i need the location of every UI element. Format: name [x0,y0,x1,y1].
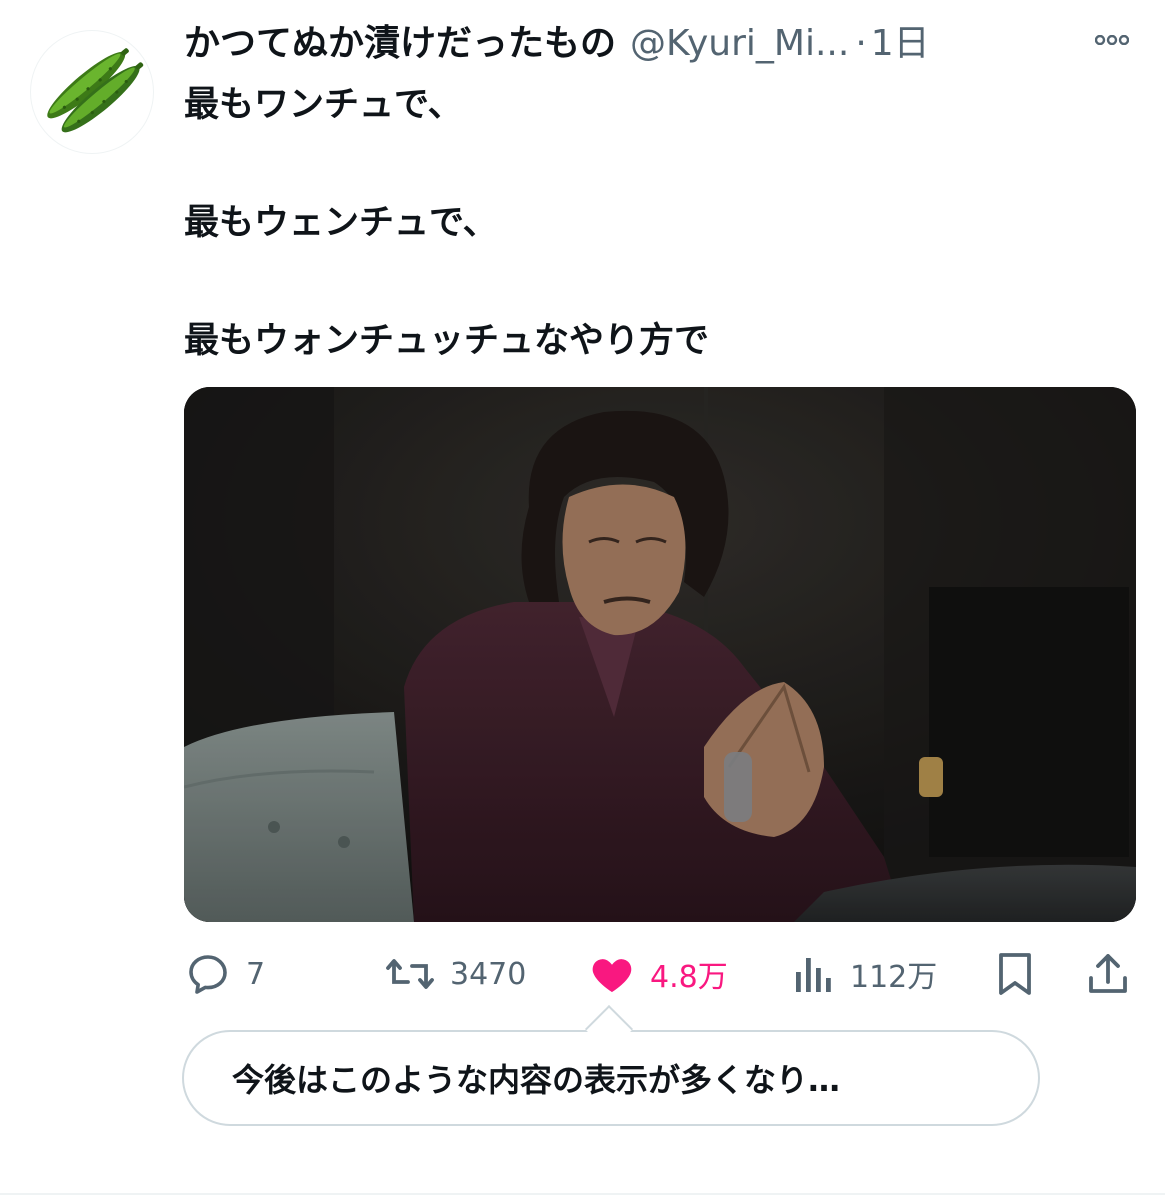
share-icon [1089,954,1127,993]
tweet-card: かつてぬか漬けだったもの @Kyuri_Mi... · 1日 最もワンチュで、 最もウ… [0,0,1165,1200]
retweet-icon [386,959,434,989]
tweet-text-line: 最もウォンチュッチュなやり方で [184,321,710,361]
tweet-text: 最もワンチュで、 最もウェンチュで、 最もウォンチュッチュなやり方で [184,78,1124,368]
bookmark-button[interactable] [994,948,1036,1000]
avatar[interactable] [30,30,154,154]
reply-count: 7 [246,956,266,992]
more-dots-icon [1095,35,1129,45]
bookmark-icon [999,953,1031,995]
cucumber-icon [47,48,144,133]
retweet-button[interactable]: 3470 [384,948,526,1000]
divider [0,1193,1165,1195]
tweet-photo[interactable] [184,387,1136,922]
photo-illustration [184,387,1136,922]
views-count: 112万 [850,960,938,995]
tweet-header: かつてぬか漬けだったもの @Kyuri_Mi... · 1日 [184,18,1144,70]
heart-icon [592,959,632,992]
like-count: 4.8万 [650,960,728,995]
separator-dot: · [855,23,867,64]
tweet-text-line: 最もウェンチュで、 [184,203,498,243]
user-handle[interactable]: @Kyuri_Mi... [630,23,849,64]
action-bar: 7 3470 4.8万 112万 [184,948,1144,1000]
like-button[interactable]: 4.8万 [588,948,728,1000]
retweet-count: 3470 [450,956,527,992]
timestamp[interactable]: 1日 [871,23,930,64]
views-icon [796,958,831,992]
views-button[interactable]: 112万 [792,948,937,1000]
more-button[interactable] [1090,18,1134,62]
share-button[interactable] [1084,948,1132,1000]
display-name[interactable]: かつてぬか漬けだったもの [184,23,616,64]
reply-button[interactable]: 7 [184,948,265,1000]
tweet-text-line: 最もワンチュで、 [184,85,463,125]
reply-icon [189,955,227,994]
feedback-prompt-label: 今後はこのような内容の表示が多くなり… [232,1061,841,1099]
